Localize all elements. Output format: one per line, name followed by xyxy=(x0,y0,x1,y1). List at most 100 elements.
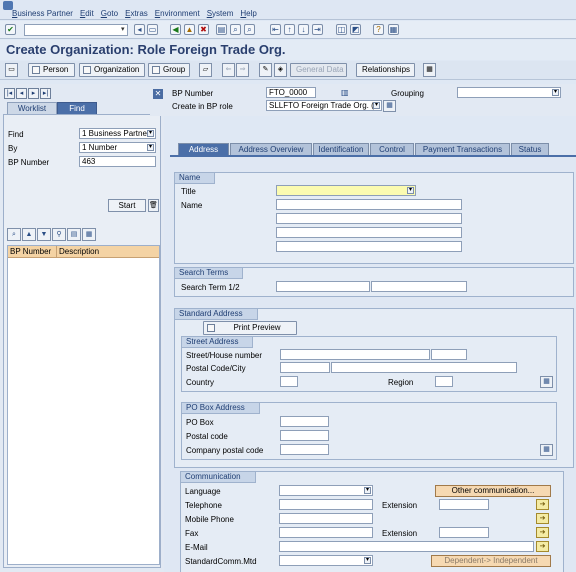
country-input[interactable] xyxy=(280,376,298,387)
menu-goto[interactable]: Goto xyxy=(101,9,118,18)
cancel-icon[interactable]: ✖ xyxy=(198,24,209,35)
create-session-icon[interactable]: ◫ xyxy=(336,24,347,35)
street-address-details-icon[interactable]: ▦ xyxy=(540,376,553,388)
telephone-more-icon[interactable]: ➔ xyxy=(536,499,549,510)
email-input[interactable] xyxy=(279,541,534,552)
name-3-input[interactable] xyxy=(276,227,462,238)
postal-code-input[interactable] xyxy=(280,362,330,373)
city-input[interactable] xyxy=(331,362,517,373)
print-icon[interactable]: ▤ xyxy=(216,24,227,35)
general-data-button[interactable]: General Data xyxy=(290,63,347,77)
menu-edit[interactable]: Edit xyxy=(80,9,94,18)
column-bp-number[interactable]: BP Number xyxy=(8,246,57,257)
display-change-icon[interactable]: ◈ xyxy=(274,63,287,77)
worklist-toggle-icon[interactable]: ▭ xyxy=(5,63,18,77)
trash-icon[interactable]: 🗑 xyxy=(148,199,159,212)
next-page-icon[interactable]: ↓ xyxy=(298,24,309,35)
fax-input[interactable] xyxy=(279,527,373,538)
organization-button[interactable]: Organization xyxy=(79,63,145,77)
title-select[interactable]: ▾ xyxy=(276,185,416,196)
header-bp-number-field[interactable]: FTO_0000 xyxy=(266,87,316,98)
tab-status[interactable]: Status xyxy=(511,143,549,155)
command-dropdown-icon[interactable]: ▾ xyxy=(121,25,125,33)
switch-right-icon[interactable]: ⇒ xyxy=(236,63,249,77)
settings-icon[interactable]: ▦ xyxy=(423,63,436,77)
command-field[interactable] xyxy=(24,24,128,36)
role-details-icon[interactable]: ▦ xyxy=(383,100,396,112)
menu-system[interactable]: System xyxy=(207,9,234,18)
back-arrow-icon[interactable]: ◂ xyxy=(134,24,145,35)
shortcut-icon[interactable]: ◩ xyxy=(350,24,361,35)
edit-pencil-icon[interactable]: ✎ xyxy=(259,63,272,77)
find-next-icon[interactable]: ⌕ xyxy=(244,24,255,35)
menu-environment[interactable]: Environment xyxy=(155,9,200,18)
export-icon[interactable]: ▤ xyxy=(67,228,81,241)
language-select[interactable]: ▾ xyxy=(279,485,373,496)
enter-icon[interactable]: ✔ xyxy=(5,24,16,35)
street-input[interactable] xyxy=(280,349,430,360)
search-term-2-input[interactable] xyxy=(371,281,467,292)
std-comm-select[interactable]: ▾ xyxy=(279,555,373,566)
person-button[interactable]: Person xyxy=(28,63,75,77)
save-icon[interactable]: ▭ xyxy=(147,24,158,35)
group-button[interactable]: Group xyxy=(148,63,190,77)
layout-menu-icon[interactable]: ▦ xyxy=(388,24,399,35)
other-communication-button[interactable]: Other communication... xyxy=(435,485,551,497)
last-page-icon[interactable]: ⇥ xyxy=(312,24,323,35)
company-postal-input[interactable] xyxy=(280,444,329,455)
name-1-input[interactable] xyxy=(276,199,462,210)
print-preview-button[interactable]: Print Preview xyxy=(203,321,297,335)
previous-icon[interactable]: ◂ xyxy=(16,88,27,99)
sort-descending-icon[interactable]: ▼ xyxy=(37,228,51,241)
email-more-icon[interactable]: ➔ xyxy=(536,541,549,552)
back-icon[interactable]: ◀ xyxy=(170,24,181,35)
mobile-input[interactable] xyxy=(279,513,373,524)
open-folder-icon[interactable]: ▱ xyxy=(199,63,212,77)
tab-address[interactable]: Address xyxy=(178,143,229,155)
details-icon[interactable]: ⌕ xyxy=(7,228,21,241)
help-icon[interactable]: ? xyxy=(373,24,384,35)
region-input[interactable] xyxy=(435,376,453,387)
extension-input[interactable] xyxy=(439,499,489,510)
tab-worklist[interactable]: Worklist xyxy=(7,102,57,114)
switch-left-icon[interactable]: ⇐ xyxy=(222,63,235,77)
column-description[interactable]: Description xyxy=(57,246,157,257)
house-number-input[interactable] xyxy=(431,349,467,360)
layout-icon[interactable]: ▦ xyxy=(82,228,96,241)
grouping-select[interactable]: ▾ xyxy=(457,87,561,98)
last-icon[interactable]: ▸| xyxy=(40,88,51,99)
bp-number-input[interactable]: 463 xyxy=(79,156,156,167)
start-button[interactable]: Start xyxy=(108,199,146,212)
fax-more-icon[interactable]: ➔ xyxy=(536,527,549,538)
first-page-icon[interactable]: ⇤ xyxy=(270,24,281,35)
role-select[interactable]: SLLFTO Foreign Trade Org. (N ▾ xyxy=(266,100,382,111)
tab-address-overview[interactable]: Address Overview xyxy=(230,143,312,155)
tab-control[interactable]: Control xyxy=(370,143,414,155)
close-locator-icon[interactable]: ✕ xyxy=(153,89,163,99)
mobile-more-icon[interactable]: ➔ xyxy=(536,513,549,524)
next-icon[interactable]: ▸ xyxy=(28,88,39,99)
find-select[interactable]: 1 Business Partne ▾ xyxy=(79,128,156,139)
find-icon[interactable]: ⌕ xyxy=(230,24,241,35)
dependent-independent-button[interactable]: Dependent-> Independent xyxy=(431,555,551,567)
po-box-input[interactable] xyxy=(280,416,329,427)
telephone-input[interactable] xyxy=(279,499,373,510)
relationships-button[interactable]: Relationships xyxy=(356,63,415,77)
tab-payment-transactions[interactable]: Payment Transactions xyxy=(415,143,510,155)
name-2-input[interactable] xyxy=(276,213,462,224)
po-box-details-icon[interactable]: ▦ xyxy=(540,444,553,456)
menu-help[interactable]: Help xyxy=(240,9,256,18)
sort-ascending-icon[interactable]: ▲ xyxy=(22,228,36,241)
tab-identification[interactable]: Identification xyxy=(313,143,369,155)
fax-extension-input[interactable] xyxy=(439,527,489,538)
name-4-input[interactable] xyxy=(276,241,462,252)
menu-extras[interactable]: Extras xyxy=(125,9,148,18)
by-select[interactable]: 1 Number ▾ xyxy=(79,142,156,153)
search-term-1-input[interactable] xyxy=(276,281,370,292)
menu-business-partner[interactable]: Business Partner xyxy=(12,9,73,18)
po-box-postal-input[interactable] xyxy=(280,430,329,441)
first-icon[interactable]: |◂ xyxy=(4,88,15,99)
tab-find[interactable]: Find xyxy=(57,102,97,114)
filter-icon[interactable]: ⚲ xyxy=(52,228,66,241)
exit-icon[interactable]: ▲ xyxy=(184,24,195,35)
